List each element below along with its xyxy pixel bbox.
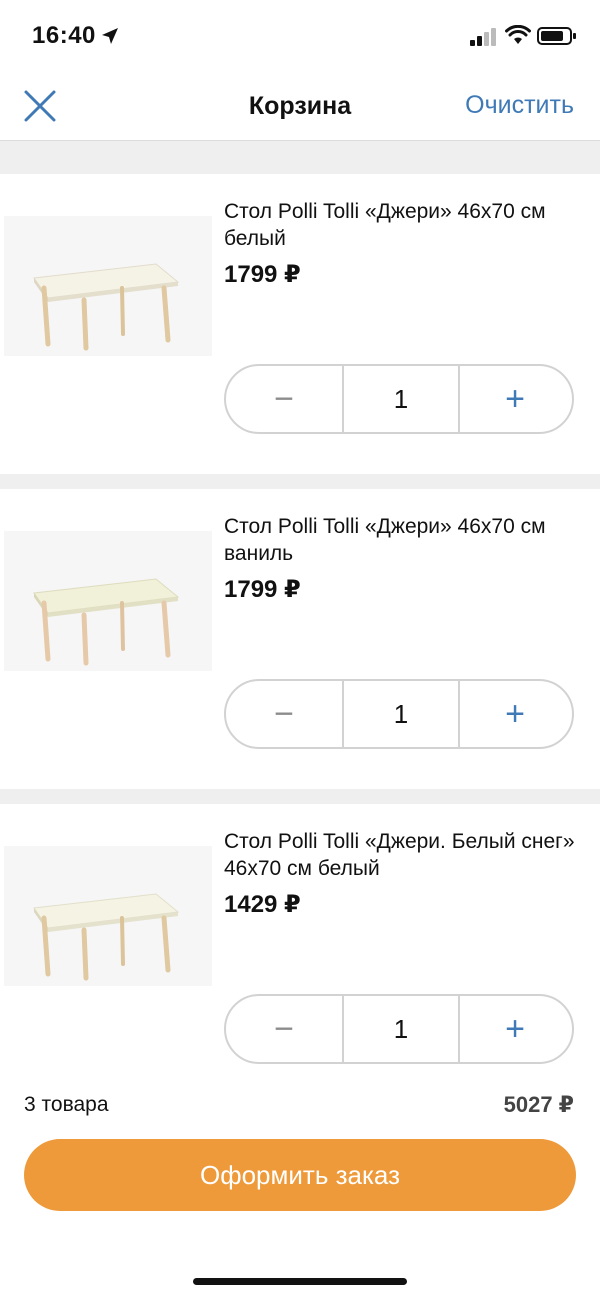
product-price: 1429 ₽ [224,891,301,918]
table-product-illustration [33,893,180,981]
clear-cart-button[interactable]: Очистить [465,91,574,120]
checkout-button[interactable]: Оформить заказ [24,1139,576,1211]
cart-item: Стол Polli Tolli «Джери» 46х70 см ваниль… [0,489,600,789]
home-indicator[interactable] [193,1278,407,1285]
status-bar: 16:40 [0,0,600,72]
product-price: 1799 ₽ [224,576,301,603]
decrease-quantity-button[interactable]: − [226,681,342,747]
quantity-stepper: − 1 + [224,679,574,749]
increase-quantity-button[interactable]: + [458,366,572,432]
cart-item: Стол Polli Tolli «Джери. Белый снег» 46х… [0,804,600,1104]
product-image [4,531,212,671]
status-time: 16:40 [32,22,96,49]
section-divider [0,789,600,804]
decrease-quantity-button[interactable]: − [226,366,342,432]
quantity-value: 1 [342,366,460,432]
table-product-illustration [33,578,180,666]
product-price: 1799 ₽ [224,261,301,288]
product-title: Стол Polli Tolli «Джери» 46х70 см белый [224,200,546,250]
quantity-stepper: − 1 + [224,994,574,1064]
product-title: Стол Polli Tolli «Джери» 46х70 см ваниль [224,515,546,565]
table-product-illustration [33,263,180,351]
cart-item: Стол Polli Tolli «Джери» 46х70 см белый … [0,174,600,474]
product-image [4,846,212,986]
cellular-signal-icon [470,28,496,46]
increase-quantity-button[interactable]: + [458,996,572,1062]
decrease-quantity-button[interactable]: − [226,996,342,1062]
product-title: Стол Polli Tolli «Джери. Белый снег» 46х… [224,830,575,880]
items-count: 3 товара [24,1093,109,1116]
quantity-stepper: − 1 + [224,364,574,434]
navigation-bar: Корзина Очистить [0,72,600,141]
section-divider [0,141,600,174]
wifi-icon [505,25,531,44]
location-arrow-icon [102,28,118,44]
quantity-value: 1 [342,996,460,1062]
cart-footer: 3 товара 5027 ₽ Оформить заказ [0,1065,600,1298]
battery-icon [537,27,576,45]
section-divider [0,474,600,489]
quantity-value: 1 [342,681,460,747]
cart-total: 5027 ₽ [503,1092,574,1117]
increase-quantity-button[interactable]: + [458,681,572,747]
product-image [4,216,212,356]
